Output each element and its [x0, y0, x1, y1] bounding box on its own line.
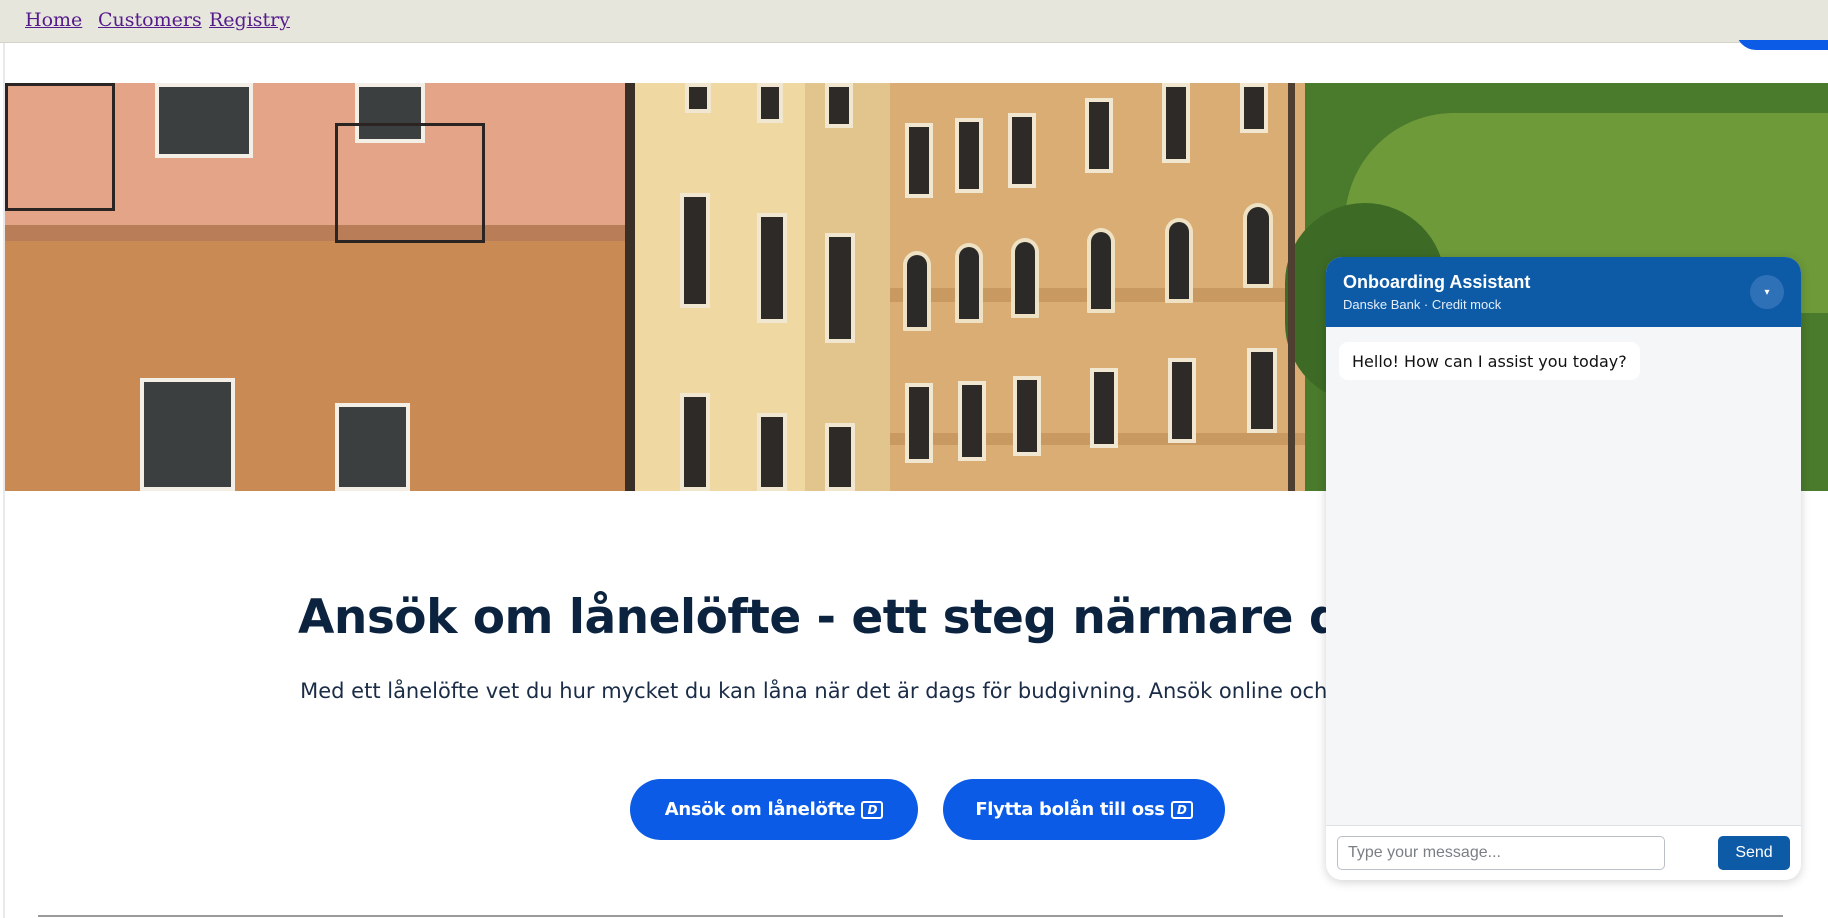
chevron-down-icon[interactable]: ▾ [1750, 275, 1784, 309]
chat-title: Onboarding Assistant [1343, 272, 1531, 292]
chat-footer: Send [1326, 825, 1801, 880]
send-button[interactable]: Send [1718, 836, 1790, 870]
danske-logo-icon: D [861, 800, 884, 819]
nav-link-home[interactable]: Home [25, 9, 82, 31]
nav-link-customers[interactable]: Customers [98, 9, 202, 31]
chat-message-assistant: Hello! How can I assist you today? [1339, 342, 1640, 380]
chat-subtitle: Danske Bank · Credit mock [1343, 297, 1502, 312]
horizontal-scrollbar[interactable] [38, 915, 1783, 917]
chat-header: Onboarding Assistant Danske Bank · Credi… [1326, 257, 1801, 327]
chat-message-input[interactable] [1337, 836, 1665, 870]
apply-loan-promise-label: Ansök om lånelöfte [664, 799, 856, 820]
apply-loan-promise-button[interactable]: Ansök om lånelöfte D [630, 779, 918, 840]
danske-logo-icon: D [1170, 800, 1193, 819]
chat-widget: Onboarding Assistant Danske Bank · Credi… [1326, 257, 1801, 880]
move-mortgage-button[interactable]: Flytta bolån till oss D [943, 779, 1225, 840]
top-nav: Home Customers Registry [0, 0, 1828, 43]
move-mortgage-label: Flytta bolån till oss [975, 799, 1165, 820]
nav-link-registry[interactable]: Registry [209, 9, 290, 31]
